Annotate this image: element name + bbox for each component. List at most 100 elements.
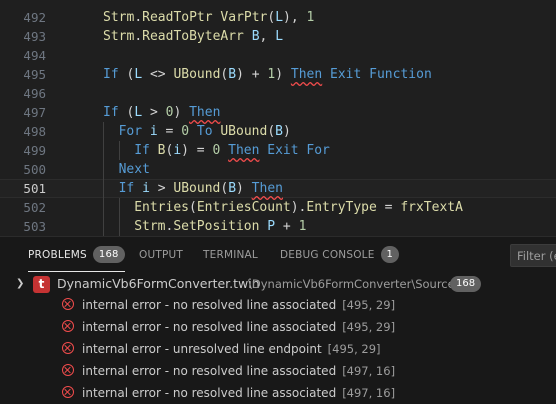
code-token: SetPosition: [173, 219, 260, 234]
indent-guide: [103, 198, 104, 217]
problem-message: internal error - no resolved line associ…: [82, 386, 337, 400]
code-token: Exit: [330, 67, 362, 82]
tab-problems[interactable]: PROBLEMS 168: [28, 237, 125, 272]
code-line[interactable]: 502 Entries(EntriesCount).EntryType = frx…: [0, 198, 556, 217]
code-line[interactable]: 499 If B(i) = 0 Then Exit For: [0, 141, 556, 160]
code-token: 1: [298, 219, 307, 234]
problem-row[interactable]: internal error - no resolved line associ…: [0, 360, 556, 382]
error-icon: [62, 386, 74, 398]
twinbasic-file-icon: t: [33, 276, 50, 293]
line-number: 501: [23, 181, 46, 196]
code-editor[interactable]: 492 Strm.ReadToPtr VarPtr(L), 1 493 Strm.Re…: [0, 0, 556, 236]
code-token: ),: [283, 10, 307, 25]
code-token: i: [142, 181, 150, 196]
debug-console-badge: 1: [380, 245, 400, 263]
code-line[interactable]: 501 If i > UBound(B) Then: [0, 179, 556, 198]
file-name: DynamicVb6FormConverter.twin: [57, 276, 260, 291]
code-token: B: [251, 29, 260, 44]
code-token: 1: [306, 10, 315, 25]
code-line[interactable]: 492 Strm.ReadToPtr VarPtr(L), 1: [0, 8, 556, 27]
indent-guide: [103, 217, 104, 236]
code-line[interactable]: 493 Strm.ReadToByteArr B, L: [0, 27, 556, 46]
line-number: 494: [23, 48, 46, 63]
code-text: If (L > 0) Then: [103, 103, 220, 122]
problem-location: [495, 29]: [342, 320, 396, 334]
code-token: If: [134, 143, 150, 158]
code-token: ) =: [181, 143, 213, 158]
line-number: 502: [23, 200, 46, 215]
file-problem-count: 168: [450, 276, 482, 292]
error-icon: [62, 364, 74, 376]
code-token: ): [282, 124, 291, 139]
problem-location: [495, 29]: [327, 342, 381, 356]
code-token: frxTextA: [400, 200, 463, 215]
line-number: 493: [23, 29, 46, 44]
code-token: P: [267, 219, 276, 234]
code-token: B: [157, 143, 166, 158]
panel-tabs: PROBLEMS 168 OUTPUT TERMINAL DEBUG CONSOL…: [0, 237, 556, 274]
code-token: Next: [118, 162, 150, 177]
problems-count-badge: 168: [92, 245, 125, 263]
tab-output-label: OUTPUT: [139, 249, 183, 261]
code-token: Then: [228, 143, 260, 158]
code-token: =: [157, 124, 182, 139]
code-token: Exit: [267, 143, 299, 158]
code-token: >: [142, 105, 166, 120]
code-token: 0: [181, 124, 190, 139]
code-token: +: [275, 219, 299, 234]
tab-output[interactable]: OUTPUT: [139, 237, 183, 272]
code-token: (: [118, 67, 135, 82]
tab-debug-console[interactable]: DEBUG CONSOLE 1: [280, 237, 400, 272]
tab-terminal-label: TERMINAL: [203, 249, 258, 261]
error-icon: [62, 342, 74, 354]
code-token: For: [306, 143, 330, 158]
line-number: 492: [23, 10, 46, 25]
problem-row[interactable]: internal error - no resolved line associ…: [0, 382, 556, 404]
problem-location: [497, 16]: [342, 364, 396, 378]
problems-file-row[interactable]: ❯ t DynamicVb6FormConverter.twin \Dynami…: [0, 273, 556, 295]
code-token: ).: [290, 200, 307, 215]
error-icon: [62, 320, 74, 332]
code-token: EntryType: [306, 200, 377, 215]
code-line[interactable]: 496: [0, 84, 556, 103]
code-token: Then: [290, 67, 323, 82]
code-token: Then: [251, 181, 283, 196]
problem-row[interactable]: internal error - no resolved line associ…: [0, 316, 556, 338]
problem-row[interactable]: internal error - no resolved line associ…: [0, 294, 556, 316]
chevron-down-icon[interactable]: ❯: [16, 273, 24, 295]
code-token: i: [173, 143, 182, 158]
code-token: Function: [369, 67, 432, 82]
tab-debug-console-label: DEBUG CONSOLE: [280, 249, 375, 261]
code-text: If (L <> UBound(B) + 1) Then Exit Functi…: [103, 65, 432, 84]
code-token: ,: [259, 29, 276, 44]
code-token: ): [275, 67, 291, 82]
code-token: Entries: [134, 200, 189, 215]
code-token: Strm: [103, 29, 135, 44]
code-token: For: [118, 124, 143, 139]
code-line[interactable]: 495 If (L <> UBound(B) + 1) Then Exit Fun…: [0, 65, 556, 84]
filter-input[interactable]: Filter (e: [510, 244, 556, 267]
problem-row[interactable]: internal error - unresolved line endpoin…: [0, 338, 556, 360]
code-line[interactable]: 503 Strm.SetPosition P + 1: [0, 217, 556, 236]
code-line[interactable]: 494: [0, 46, 556, 65]
code-line[interactable]: 498 For i = 0 To UBound(B): [0, 122, 556, 141]
code-line[interactable]: 500 Next: [0, 160, 556, 179]
code-token: If: [118, 181, 135, 196]
code-token: VarPtr: [220, 10, 268, 25]
indent-guide: [118, 198, 120, 217]
code-token: EntriesCount: [196, 200, 291, 215]
line-number: 503: [23, 219, 46, 234]
tab-terminal[interactable]: TERMINAL: [203, 237, 258, 272]
code-token: ): [173, 105, 190, 120]
code-line[interactable]: 497 If (L > 0) Then: [0, 103, 556, 122]
code-text: For i = 0 To UBound(B): [119, 122, 291, 141]
bottom-panel: PROBLEMS 168 OUTPUT TERMINAL DEBUG CONSOL…: [0, 236, 556, 404]
indent-guide: [103, 160, 104, 179]
code-token: B: [275, 124, 283, 139]
line-number: 498: [23, 124, 46, 139]
problem-message: internal error - no resolved line associ…: [82, 298, 337, 312]
